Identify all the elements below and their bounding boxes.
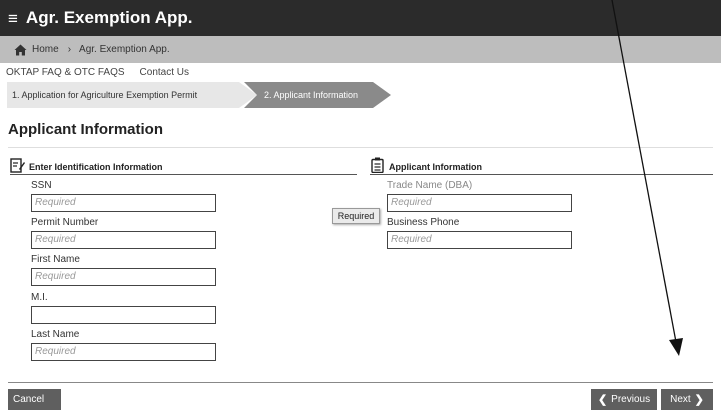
previous-button[interactable]: ❮ Previous xyxy=(591,389,657,410)
next-button[interactable]: Next ❯ xyxy=(661,389,713,410)
cancel-button-label: Cancel xyxy=(13,394,45,405)
applicant-section-header: Applicant Information xyxy=(370,157,482,173)
applicant-section-title: Applicant Information xyxy=(389,162,482,172)
wizard-steps: 1. Application for Agriculture Exemption… xyxy=(7,82,407,108)
chevron-left-icon: ❮ xyxy=(597,394,608,406)
wizard-step-application[interactable]: 1. Application for Agriculture Exemption… xyxy=(7,82,257,108)
app-header: ≡ Agr. Exemption App. xyxy=(0,0,721,36)
next-button-label: Next xyxy=(670,394,691,405)
edit-form-icon xyxy=(10,158,25,173)
first-name-input[interactable]: Required xyxy=(31,268,216,286)
trade-name-input[interactable]: Required xyxy=(387,194,572,212)
ssn-label: SSN xyxy=(31,180,52,191)
divider xyxy=(8,147,713,148)
footer-divider xyxy=(8,382,713,383)
secondary-links: OKTAP FAQ & OTC FAQS Contact Us xyxy=(0,63,721,81)
middle-initial-input[interactable] xyxy=(31,306,216,324)
breadcrumb-current: Agr. Exemption App. xyxy=(79,44,170,55)
business-phone-input[interactable]: Required xyxy=(387,231,572,249)
chevron-right-icon: ❯ xyxy=(694,394,704,406)
previous-button-label: Previous xyxy=(611,394,651,405)
hamburger-menu-icon[interactable]: ≡ xyxy=(8,10,18,27)
ssn-input[interactable]: Required xyxy=(31,194,216,212)
permit-number-input[interactable]: Required xyxy=(31,231,216,249)
last-name-label: Last Name xyxy=(31,329,80,340)
clipboard-icon xyxy=(371,157,384,173)
middle-initial-label: M.I. xyxy=(31,292,48,303)
last-name-input[interactable]: Required xyxy=(31,343,216,361)
required-tooltip: Required xyxy=(332,208,380,224)
identification-section-title: Enter Identification Information xyxy=(29,162,163,172)
first-name-label: First Name xyxy=(31,254,80,265)
breadcrumb: Home › Agr. Exemption App. xyxy=(0,36,721,63)
permit-number-label: Permit Number xyxy=(31,217,99,228)
trade-name-label: Trade Name (DBA) xyxy=(387,180,473,191)
faq-link[interactable]: OKTAP FAQ & OTC FAQS xyxy=(6,67,125,78)
section-underline xyxy=(10,174,357,175)
page-title: Applicant Information xyxy=(8,121,163,138)
app-title: Agr. Exemption App. xyxy=(25,8,193,27)
breadcrumb-home-link[interactable]: Home xyxy=(32,44,59,55)
breadcrumb-separator: › xyxy=(67,44,72,55)
business-phone-label: Business Phone xyxy=(387,217,460,228)
section-underline xyxy=(370,174,713,175)
wizard-step-applicant-info[interactable]: 2. Applicant Information xyxy=(244,82,391,108)
home-icon[interactable] xyxy=(14,44,27,56)
contact-us-link[interactable]: Contact Us xyxy=(140,67,189,78)
cancel-button[interactable]: Cancel xyxy=(8,389,61,410)
identification-section-header: Enter Identification Information xyxy=(10,157,163,173)
